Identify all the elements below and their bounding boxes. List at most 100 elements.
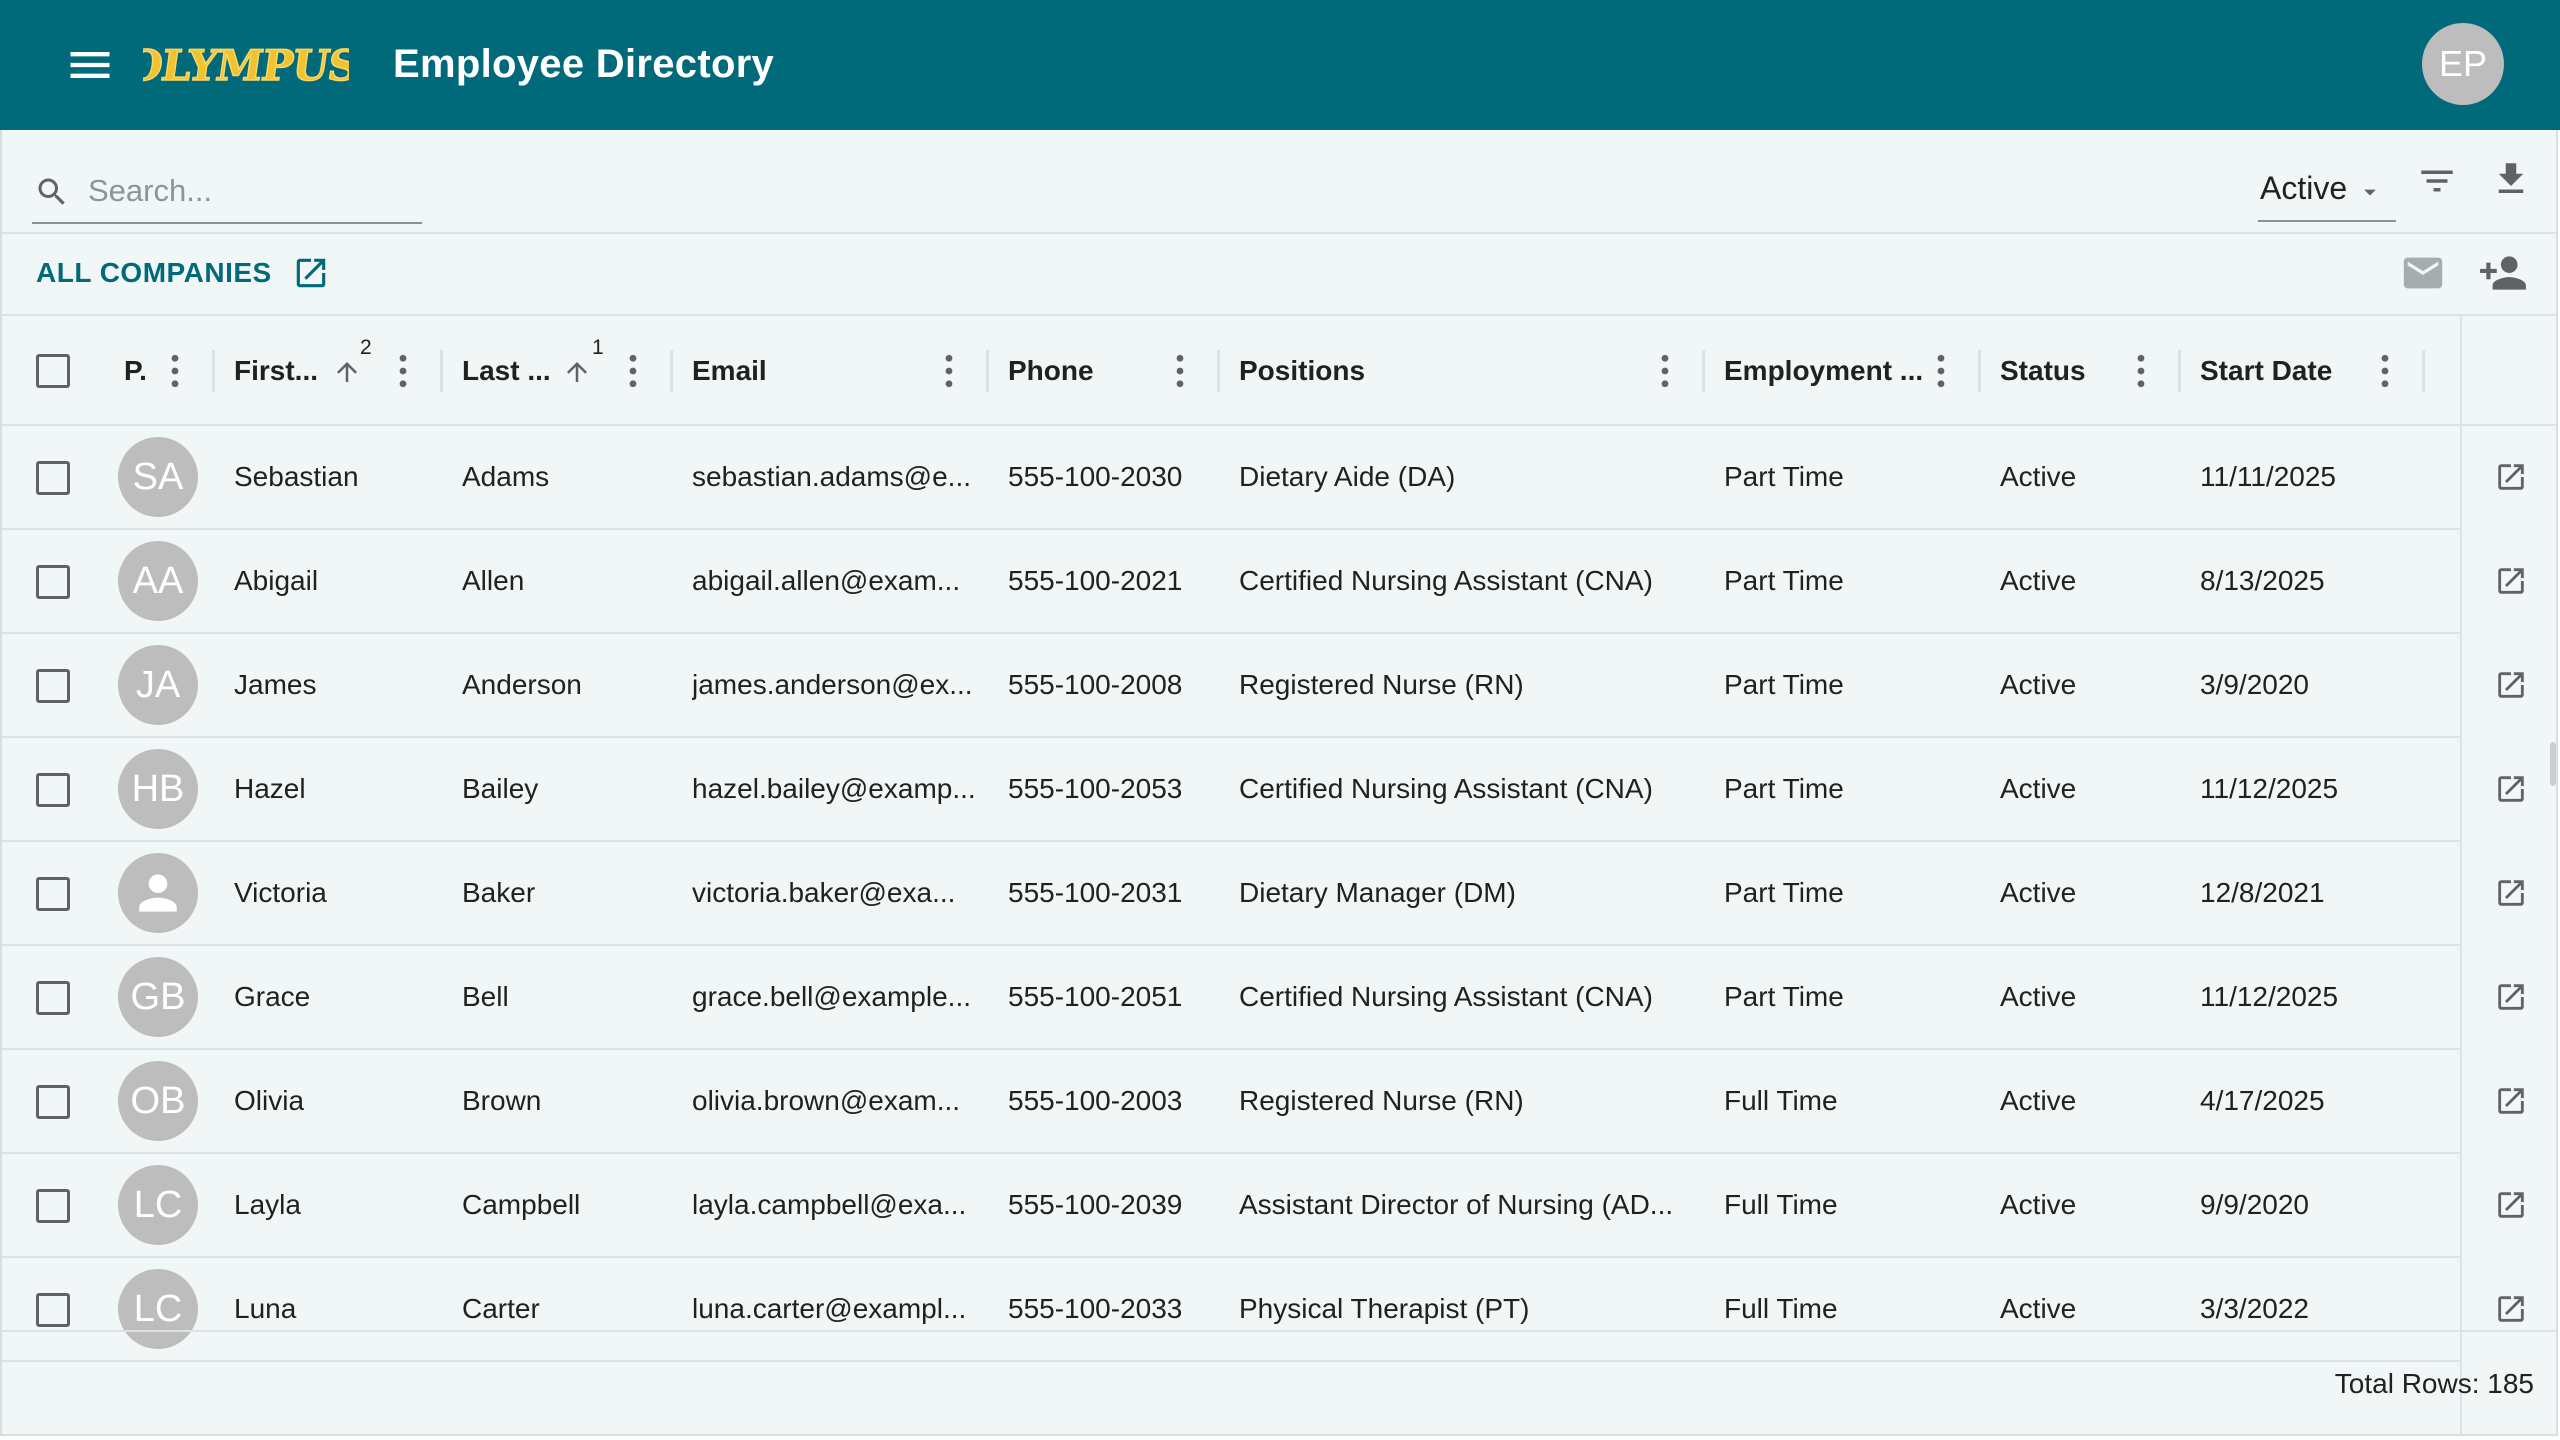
column-separator[interactable] bbox=[986, 350, 989, 392]
status-filter-select[interactable]: Active bbox=[2258, 160, 2396, 222]
open-in-new-icon[interactable] bbox=[2494, 876, 2528, 910]
open-in-new-icon[interactable] bbox=[2494, 564, 2528, 598]
first-name-cell: Layla bbox=[234, 1189, 301, 1220]
column-header-positions[interactable]: Positions bbox=[1239, 316, 1365, 426]
position-cell: Assistant Director of Nursing (AD... bbox=[1239, 1189, 1674, 1220]
divider bbox=[2, 232, 2556, 234]
row-checkbox[interactable] bbox=[36, 773, 70, 807]
open-in-new-icon[interactable] bbox=[2494, 772, 2528, 806]
employment-type-cell: Full Time bbox=[1724, 1189, 1838, 1220]
column-header-start-date[interactable]: Start Date bbox=[2200, 316, 2332, 426]
phone-cell: 555-100-2030 bbox=[1008, 461, 1183, 492]
start-date-cell: 3/3/2022 bbox=[2200, 1293, 2309, 1324]
column-menu-icon[interactable] bbox=[1660, 354, 1670, 388]
employment-type-cell: Part Time bbox=[1724, 877, 1844, 908]
column-menu-icon[interactable] bbox=[944, 354, 954, 388]
last-name-cell: Anderson bbox=[462, 669, 582, 700]
last-name-cell: Bailey bbox=[462, 773, 539, 804]
column-header-email[interactable]: Email bbox=[692, 316, 767, 426]
column-label: Phone bbox=[1008, 355, 1094, 386]
first-name-cell: Sebastian bbox=[234, 461, 359, 492]
last-name-cell: Brown bbox=[462, 1085, 542, 1116]
position-cell: Registered Nurse (RN) bbox=[1239, 669, 1524, 700]
sort-ascending-icon[interactable] bbox=[562, 356, 592, 388]
column-menu-icon[interactable] bbox=[2136, 354, 2146, 388]
row-checkbox[interactable] bbox=[36, 1293, 70, 1327]
status-cell: Active bbox=[2000, 773, 2077, 804]
column-label: Status bbox=[2000, 355, 2086, 386]
employee-avatar: LC bbox=[118, 1165, 198, 1245]
open-in-new-icon[interactable] bbox=[2494, 1292, 2528, 1326]
position-cell: Dietary Manager (DM) bbox=[1239, 877, 1516, 908]
filter-icon[interactable] bbox=[2416, 160, 2458, 202]
column-menu-icon[interactable] bbox=[170, 354, 180, 388]
table-row[interactable]: OB Olivia Brown olivia.brown@exam... 555-100… bbox=[2, 1050, 2460, 1154]
row-checkbox[interactable] bbox=[36, 461, 70, 495]
table-row[interactable]: Victoria Baker victoria.baker@exa... 555-10… bbox=[2, 842, 2460, 946]
table-row[interactable]: HB Hazel Bailey hazel.bailey@examp... 555-10… bbox=[2, 738, 2460, 842]
all-companies-link[interactable]: ALL COMPANIES bbox=[36, 254, 330, 292]
phone-cell: 555-100-2033 bbox=[1008, 1293, 1183, 1324]
first-name-cell: Luna bbox=[234, 1293, 297, 1324]
start-date-cell: 3/9/2020 bbox=[2200, 669, 2309, 700]
row-checkbox[interactable] bbox=[36, 1085, 70, 1119]
menu-icon[interactable] bbox=[62, 39, 118, 91]
column-menu-icon[interactable] bbox=[1175, 354, 1185, 388]
table-row[interactable]: LC Luna Carter luna.carter@exampl... 555-100… bbox=[2, 1258, 2460, 1362]
row-checkbox[interactable] bbox=[36, 1189, 70, 1223]
sort-ascending-icon[interactable] bbox=[332, 356, 362, 388]
column-header-phone[interactable]: Phone bbox=[1008, 316, 1094, 426]
table-row[interactable]: LC Layla Campbell layla.campbell@exa... 555-… bbox=[2, 1154, 2460, 1258]
open-in-new-icon[interactable] bbox=[2494, 668, 2528, 702]
open-in-new-icon[interactable] bbox=[2494, 1084, 2528, 1118]
status-cell: Active bbox=[2000, 981, 2077, 1012]
email-cell: victoria.baker@exa... bbox=[692, 877, 956, 908]
person-icon bbox=[118, 853, 198, 933]
column-separator[interactable] bbox=[440, 350, 443, 392]
column-header-photo[interactable]: P. bbox=[124, 316, 147, 426]
column-header-first-name[interactable]: First... bbox=[234, 316, 318, 426]
sort-order-badge: 1 bbox=[592, 336, 604, 359]
first-name-cell: Victoria bbox=[234, 877, 327, 908]
row-checkbox[interactable] bbox=[36, 981, 70, 1015]
scrollbar-thumb[interactable] bbox=[2550, 742, 2556, 786]
email-icon[interactable] bbox=[2400, 250, 2446, 296]
column-menu-icon[interactable] bbox=[2380, 354, 2390, 388]
open-in-new-icon[interactable] bbox=[2494, 460, 2528, 494]
open-in-new-icon[interactable] bbox=[2494, 1188, 2528, 1222]
column-menu-icon[interactable] bbox=[398, 354, 408, 388]
column-separator[interactable] bbox=[1702, 350, 1705, 392]
column-header-last-name[interactable]: Last ... bbox=[462, 316, 551, 426]
column-header-status[interactable]: Status bbox=[2000, 316, 2086, 426]
search-input[interactable] bbox=[86, 170, 420, 212]
column-header-employment[interactable]: Employment ... bbox=[1724, 316, 1923, 426]
employee-avatar: JA bbox=[118, 645, 198, 725]
employee-avatar: HB bbox=[118, 749, 198, 829]
column-separator[interactable] bbox=[2422, 350, 2425, 392]
column-label: P. bbox=[124, 355, 147, 386]
table-row[interactable]: SA Sebastian Adams sebastian.adams@e... 555-… bbox=[2, 426, 2460, 530]
column-separator[interactable] bbox=[212, 350, 215, 392]
row-checkbox[interactable] bbox=[36, 565, 70, 599]
column-menu-icon[interactable] bbox=[1936, 354, 1946, 388]
table-row[interactable]: GB Grace Bell grace.bell@example... 555-100-… bbox=[2, 946, 2460, 1050]
table-row[interactable]: AA Abigail Allen abigail.allen@exam... 555-1… bbox=[2, 530, 2460, 634]
row-checkbox[interactable] bbox=[36, 877, 70, 911]
employee-avatar: OB bbox=[118, 1061, 198, 1141]
user-avatar[interactable]: EP bbox=[2422, 23, 2504, 105]
download-icon[interactable] bbox=[2490, 158, 2532, 200]
column-menu-icon[interactable] bbox=[628, 354, 638, 388]
start-date-cell: 9/9/2020 bbox=[2200, 1189, 2309, 1220]
column-separator[interactable] bbox=[2178, 350, 2181, 392]
table-row[interactable]: JA James Anderson james.anderson@ex... 555-1… bbox=[2, 634, 2460, 738]
select-all-checkbox[interactable] bbox=[36, 354, 70, 388]
column-separator[interactable] bbox=[670, 350, 673, 392]
column-separator[interactable] bbox=[1978, 350, 1981, 392]
add-person-icon[interactable] bbox=[2478, 248, 2528, 298]
start-date-cell: 11/12/2025 bbox=[2200, 773, 2339, 804]
first-name-cell: James bbox=[234, 669, 317, 700]
open-in-new-icon[interactable] bbox=[2494, 980, 2528, 1014]
row-checkbox[interactable] bbox=[36, 669, 70, 703]
sort-order-badge: 2 bbox=[360, 336, 372, 359]
column-separator[interactable] bbox=[1217, 350, 1220, 392]
